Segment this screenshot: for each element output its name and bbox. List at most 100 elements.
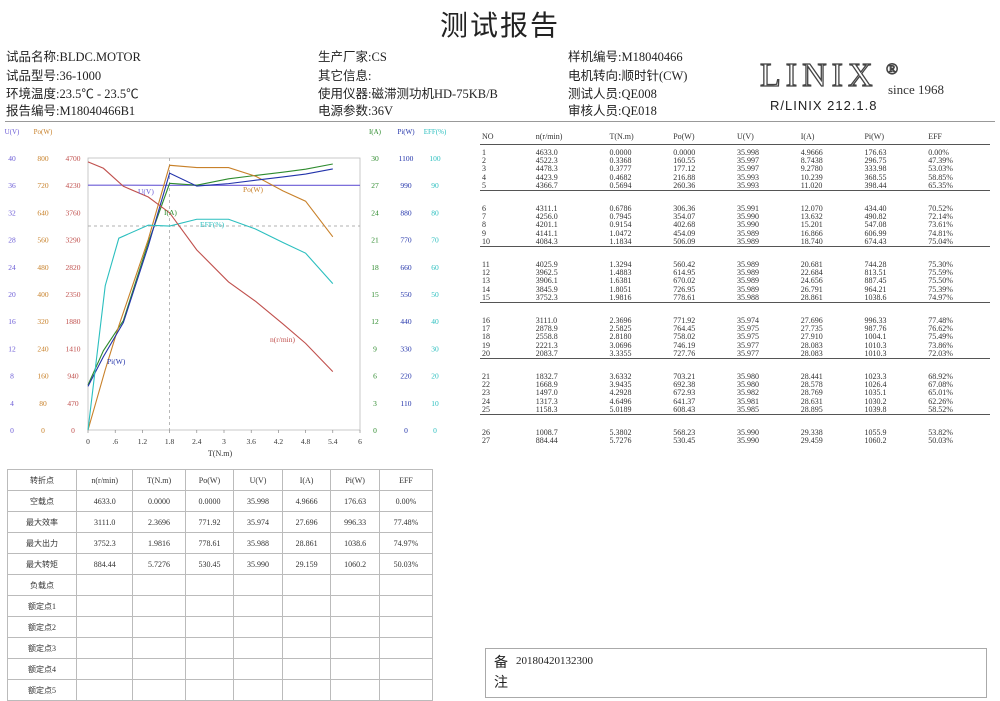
summary-cell: 996.33 (331, 512, 380, 533)
results-cell: 28.895 (799, 406, 863, 415)
summary-cell (234, 659, 283, 680)
axis-tick-label: 12 (8, 344, 16, 353)
results-row: 54366.70.5694260.3635.99311.020398.4465.… (480, 182, 990, 191)
summary-cell (77, 617, 133, 638)
summary-cell (133, 680, 185, 701)
axis-tick-label: 27 (371, 181, 379, 190)
axis-tick-label: 50 (431, 290, 439, 299)
summary-header-cell: n(r/min) (77, 470, 133, 491)
summary-cell: 530.45 (185, 554, 234, 575)
results-gap-cell (480, 303, 990, 314)
summary-row: 最大出力3752.31.9816778.6135.98828.8611038.6… (8, 533, 433, 554)
summary-cell (77, 575, 133, 596)
summary-cell (331, 575, 380, 596)
info-value: QE008 (621, 87, 656, 101)
results-group-gap (480, 247, 990, 258)
summary-row-label: 最大转矩 (8, 554, 77, 575)
axis-tick-label: 220 (400, 372, 412, 381)
results-cell: 1.9816 (607, 294, 671, 303)
curve-label: I(A) (164, 208, 177, 217)
results-header-cell: Pi(W) (862, 130, 926, 145)
results-cell: 1158.3 (534, 406, 608, 415)
summary-cell: 176.63 (331, 491, 380, 512)
report-title: 测试报告 (0, 4, 1000, 44)
axis-tick-label: 3290 (66, 236, 81, 245)
axis-tick-label: 8 (10, 372, 14, 381)
axis-tick-label: 100 (429, 154, 441, 163)
x-tick-label: 4.8 (301, 437, 311, 446)
summary-cell (282, 680, 331, 701)
axis-tick-label: 9 (373, 344, 377, 353)
series-line (88, 219, 333, 430)
results-cell: 1038.6 (862, 294, 926, 303)
results-gap-cell (480, 415, 990, 426)
axis-tick-label: 6 (373, 372, 377, 381)
x-tick-label: 3 (222, 437, 226, 446)
info-value: CS (371, 50, 386, 64)
axis-tick-label: 24 (371, 208, 379, 217)
axis-tick-label: 480 (37, 263, 49, 272)
series-line (88, 169, 333, 386)
results-cell: 27 (480, 437, 534, 445)
axis-tick-label: 3760 (66, 208, 81, 217)
x-tick-label: 2.4 (192, 437, 202, 446)
results-header-row: NOn(r/min)T(N.m)Po(W)U(V)I(A)Pi(W)EFF (480, 130, 990, 145)
results-cell: 25 (480, 406, 534, 415)
axis-tick-label: 800 (37, 154, 49, 163)
axis-tick-label: 3 (373, 399, 377, 408)
summary-row: 负载点 (8, 575, 433, 596)
axis-tick-label: 30 (431, 344, 439, 353)
info-field: 试品名称:BLDC.MOTOR (6, 46, 141, 65)
axis-tick-label: 80 (39, 399, 47, 408)
axis-tick-label: 0 (373, 426, 377, 435)
summary-cell: 35.988 (234, 533, 283, 554)
summary-row-label: 最大出力 (8, 533, 77, 554)
summary-cell: 884.44 (77, 554, 133, 575)
summary-cell: 35.990 (234, 554, 283, 575)
axis-tick-label: 940 (67, 372, 79, 381)
axis-tick-label: 560 (37, 236, 49, 245)
summary-cell: 0.0000 (185, 491, 234, 512)
summary-cell: 29.159 (282, 554, 331, 575)
results-cell: 18.740 (799, 238, 863, 247)
results-cell: 6 (480, 205, 534, 213)
info-key: 电机转向: (568, 69, 621, 83)
axis-tick-label: 440 (400, 317, 412, 326)
results-cell: 398.44 (862, 182, 926, 191)
axis-tick-label: 400 (37, 290, 49, 299)
results-group-gap (480, 303, 990, 314)
results-cell: 2 (480, 157, 534, 165)
summary-row: 额定点5 (8, 680, 433, 701)
axis-tick-label: 640 (37, 208, 49, 217)
results-row: 104084.31.1834506.0935.98918.740674.4375… (480, 238, 990, 247)
x-tick-label: .6 (112, 437, 118, 446)
results-header-cell: T(N.m) (607, 130, 671, 145)
curve-label: Po(W) (243, 185, 263, 194)
info-field: 报告编号:M18040466B1 (6, 100, 135, 119)
summary-header-row: 转折点n(r/min)T(N.m)Po(W)U(V)I(A)Pi(W)EFF (8, 470, 433, 491)
results-cell: 35.993 (735, 182, 799, 191)
axis-tick-label: 32 (8, 208, 16, 217)
x-tick-label: 5.4 (328, 437, 338, 446)
info-key: 报告编号: (6, 104, 59, 118)
results-cell: 260.36 (671, 182, 735, 191)
axis-tick-label: 4230 (66, 181, 81, 190)
results-cell: 15 (480, 294, 534, 303)
summary-cell (185, 617, 234, 638)
summary-cell: 0.00% (379, 491, 432, 512)
results-cell: 74.97% (926, 294, 990, 303)
summary-cell (379, 638, 432, 659)
summary-header-cell: 转折点 (8, 470, 77, 491)
results-cell: 4 (480, 174, 534, 182)
results-cell: 778.61 (671, 294, 735, 303)
summary-cell (282, 617, 331, 638)
axis-tick-label: 330 (400, 344, 412, 353)
remarks-label: 备注 (494, 653, 508, 693)
axis-tick-label: 0 (71, 426, 75, 435)
results-cell: 530.45 (671, 437, 735, 445)
info-value: BLDC.MOTOR (59, 50, 140, 64)
results-cell: 1060.2 (862, 437, 926, 445)
results-row: 153752.31.9816778.6135.98828.8611038.674… (480, 294, 990, 303)
axis-tick-label: 660 (400, 263, 412, 272)
summary-cell (234, 638, 283, 659)
